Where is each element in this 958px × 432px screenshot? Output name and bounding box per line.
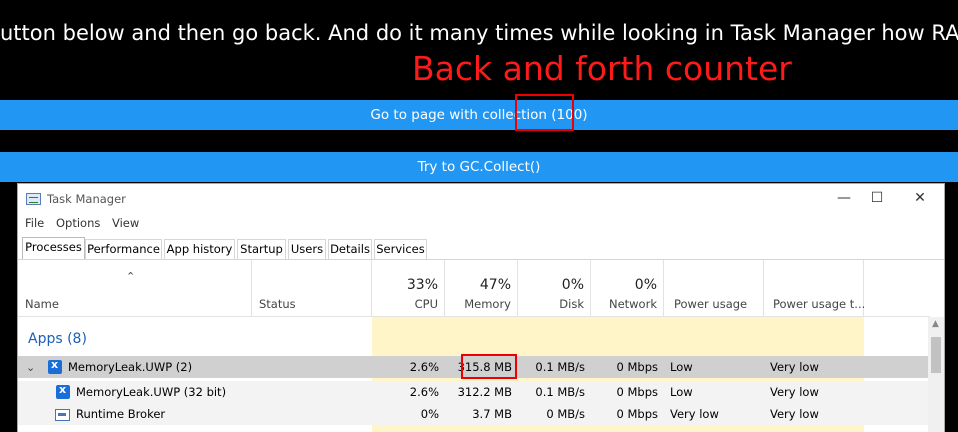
col-power-trend-label: Power usage t...	[773, 297, 866, 311]
process-network: 0 Mbps	[616, 385, 659, 399]
process-power-trend: Very low	[770, 385, 819, 399]
col-disk-label: Disk	[559, 297, 584, 311]
tab-details[interactable]: Details	[328, 239, 372, 259]
uwp-app-icon	[48, 358, 62, 374]
process-memory: 3.7 MB	[472, 407, 512, 421]
disk-total: 0%	[561, 277, 584, 293]
sort-chevron-icon: ⌃	[126, 270, 136, 283]
process-network: 0 Mbps	[616, 407, 659, 421]
close-icon[interactable]: ✕	[906, 188, 934, 208]
process-power: Low	[670, 385, 693, 399]
counter-highlight-box	[515, 94, 574, 131]
task-manager-window: Task Manager — ☐ ✕ File Options View Pro…	[17, 183, 945, 432]
process-power: Very low	[670, 407, 719, 421]
minimize-icon[interactable]: —	[830, 188, 858, 208]
maximize-icon[interactable]: ☐	[863, 188, 891, 208]
tab-performance[interactable]: Performance	[85, 239, 162, 259]
scroll-thumb[interactable]	[931, 337, 941, 373]
memory-highlight-box	[461, 354, 517, 379]
col-cpu-header[interactable]: 33% CPU	[372, 260, 445, 316]
process-cpu: 2.6%	[409, 360, 439, 374]
tab-services[interactable]: Services	[374, 239, 427, 259]
process-power-trend: Very low	[770, 360, 819, 374]
process-name: Runtime Broker	[76, 407, 166, 421]
process-disk: 0.1 MB/s	[535, 385, 585, 399]
col-power-trend-header[interactable]: Power usage t...	[764, 260, 866, 316]
process-name: MemoryLeak.UWP (32 bit)	[76, 385, 227, 399]
instruction-text: utton below and then go back. And do it …	[0, 21, 958, 45]
scroll-up-icon[interactable]: ▲	[932, 319, 939, 329]
task-manager-icon	[26, 193, 41, 205]
col-status-label: Status	[259, 297, 296, 311]
col-network-label: Network	[608, 297, 657, 311]
menu-view[interactable]: View	[112, 216, 139, 230]
expand-chevron-icon[interactable]: ⌄	[26, 361, 35, 374]
tab-processes[interactable]: Processes	[22, 237, 85, 259]
process-cpu: 2.6%	[409, 385, 439, 399]
tab-app-history[interactable]: App history	[164, 239, 235, 259]
cpu-total: 33%	[406, 277, 438, 293]
tab-startup[interactable]: Startup	[237, 239, 286, 259]
go-to-collection-page-button[interactable]: Go to page with collection (100)	[0, 100, 958, 130]
uwp-app-icon	[56, 383, 70, 399]
network-total: 0%	[634, 277, 657, 293]
process-power-trend: Very low	[770, 407, 819, 421]
tab-users[interactable]: Users	[288, 239, 326, 259]
col-memory-header[interactable]: 47% Memory	[445, 260, 518, 316]
col-power-header[interactable]: Power usage	[664, 260, 764, 316]
process-disk: 0.1 MB/s	[535, 360, 585, 374]
process-memory: 312.2 MB	[457, 385, 512, 399]
process-network: 0 Mbps	[616, 360, 659, 374]
col-memory-label: Memory	[464, 297, 511, 311]
group-apps-label[interactable]: Apps (8)	[28, 328, 87, 350]
gc-collect-button[interactable]: Try to GC.Collect()	[0, 152, 958, 182]
col-name-label: Name	[25, 297, 59, 311]
title-bar: Task Manager — ☐ ✕	[18, 184, 944, 214]
col-cpu-label: CPU	[414, 297, 438, 311]
process-name: MemoryLeak.UWP (2)	[68, 360, 193, 374]
menu-options[interactable]: Options	[56, 216, 100, 230]
memory-total: 47%	[479, 277, 511, 293]
process-disk: 0 MB/s	[546, 407, 585, 421]
runtime-broker-icon	[55, 409, 70, 421]
col-power-label: Power usage	[674, 297, 748, 311]
window-title: Task Manager	[47, 192, 126, 206]
col-network-header[interactable]: 0% Network	[591, 260, 664, 316]
process-power: Low	[670, 360, 693, 374]
menu-file[interactable]: File	[25, 216, 44, 230]
process-cpu: 0%	[420, 407, 439, 421]
back-forth-counter-annotation: Back and forth counter	[412, 49, 792, 88]
vertical-scrollbar[interactable]: ▲	[928, 317, 944, 432]
col-disk-header[interactable]: 0% Disk	[518, 260, 591, 316]
col-status-header[interactable]: Status	[252, 260, 372, 316]
col-name-header[interactable]: ⌃ Name	[18, 260, 252, 316]
